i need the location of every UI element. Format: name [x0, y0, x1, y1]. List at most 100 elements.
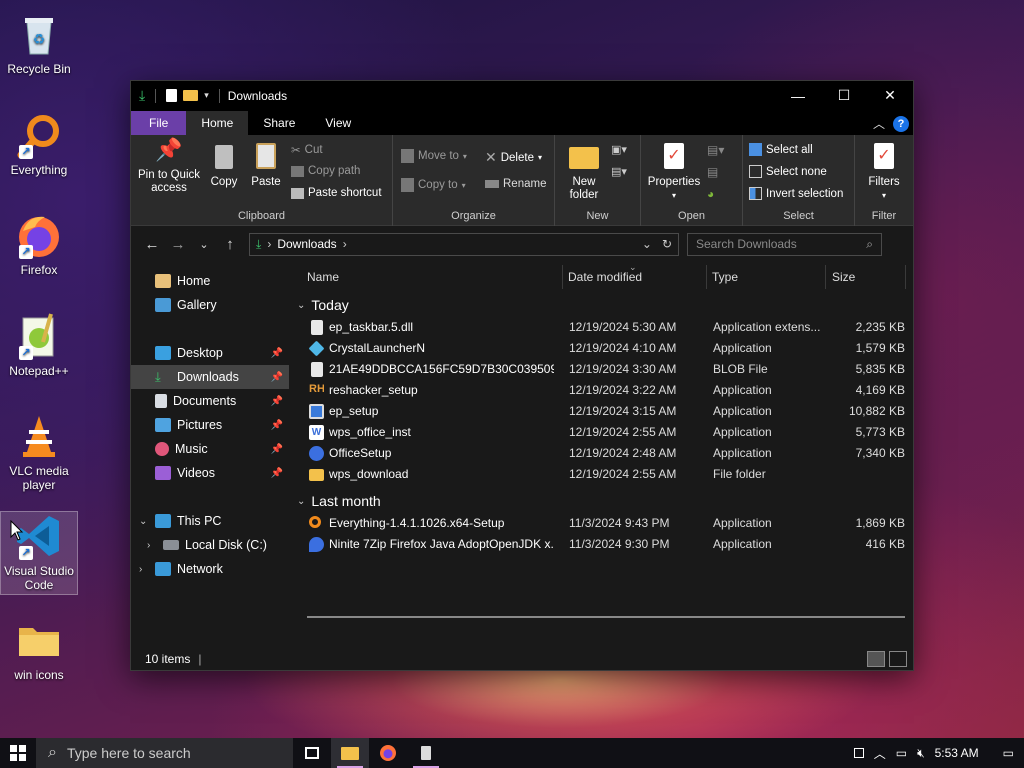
rename-button[interactable]: Rename [485, 178, 546, 190]
up-button[interactable]: ↑ [217, 236, 243, 253]
select-none-button[interactable]: Select none [749, 165, 827, 178]
customize-qa-icon[interactable]: ▾ [204, 90, 209, 101]
delete-button[interactable]: ✕ Delete ▾ [485, 149, 542, 166]
chevron-down-icon[interactable]: ⌄ [139, 516, 147, 527]
forward-button[interactable]: → [165, 236, 191, 253]
file-row[interactable]: RH reshacker_setup 12/19/2024 3:22 AM Ap… [289, 380, 913, 401]
tab-home[interactable]: Home [186, 111, 249, 135]
chevron-right-icon[interactable]: › [147, 540, 150, 551]
notifications-icon[interactable]: ▭ [1003, 746, 1014, 760]
close-button[interactable]: ✕ [867, 81, 913, 110]
chevron-right-icon[interactable]: › [139, 564, 142, 575]
group-header-today[interactable]: ⌄ Today [289, 293, 913, 317]
show-hidden-icons-icon[interactable]: ︿ [874, 745, 886, 762]
new-folder-qa-icon[interactable] [183, 90, 199, 101]
desktop-icon-notepadpp[interactable]: ↗ Notepad++ [0, 308, 78, 378]
new-item-icon[interactable]: ▣▾ [611, 143, 631, 159]
file-row[interactable]: OfficeSetup 12/19/2024 2:48 AM Applicati… [289, 443, 913, 464]
open-icon[interactable]: ▤▾ [707, 143, 724, 157]
maximize-button[interactable]: ☐ [821, 81, 867, 110]
minimize-button[interactable]: — [775, 81, 821, 110]
copy-path-button[interactable]: Copy path [291, 165, 360, 177]
refresh-icon[interactable]: ↻ [662, 237, 672, 251]
taskbar-file-explorer[interactable] [331, 738, 369, 768]
select-all-button[interactable]: Select all [749, 143, 813, 156]
address-dropdown-icon[interactable]: ⌄ [642, 237, 652, 251]
help-icon[interactable]: ? [893, 115, 909, 132]
nav-item-videos[interactable]: Videos 📌 [131, 461, 289, 485]
volume-muted-icon[interactable]: 🔇︎ [917, 746, 925, 761]
back-button[interactable]: ← [139, 236, 165, 253]
tab-view[interactable]: View [310, 111, 366, 135]
pin-quick-access-button[interactable]: 📌 Pin to Quick access [137, 139, 201, 195]
nav-item-desktop[interactable]: Desktop 📌 [131, 341, 289, 365]
tab-file[interactable]: File [131, 111, 187, 135]
move-to-icon [401, 149, 414, 163]
file-row[interactable]: Everything-1.4.1.1026.x64-Setup 11/3/202… [289, 513, 913, 534]
file-row[interactable]: ep_taskbar.5.dll 12/19/2024 5:30 AM Appl… [289, 317, 913, 338]
network-status-icon[interactable]: ▭ [896, 746, 907, 760]
properties-qa-icon[interactable] [166, 89, 178, 102]
file-row[interactable]: CrystalLauncherN 12/19/2024 4:10 AM Appl… [289, 338, 913, 359]
paste-button[interactable]: Paste [247, 143, 285, 189]
desktop-icon-label: Visual Studio Code [4, 564, 74, 592]
nav-item-local-disk[interactable]: › Local Disk (C:) [131, 533, 289, 557]
taskbar-app[interactable] [407, 738, 445, 768]
large-icons-view-icon[interactable] [889, 651, 907, 667]
desktop-icon-recycle-bin[interactable]: ♻ Recycle Bin [0, 6, 78, 76]
copy-button[interactable]: Copy [205, 143, 243, 189]
pin-icon: 📌 [270, 443, 283, 455]
nav-item-downloads[interactable]: ⤓ Downloads 📌 [131, 365, 289, 389]
column-type[interactable]: Type [712, 270, 738, 284]
horizontal-scrollbar[interactable] [307, 616, 905, 618]
column-size[interactable]: Size [832, 270, 855, 284]
start-button[interactable] [0, 738, 36, 768]
clock[interactable]: 5:53 AM [935, 746, 979, 760]
details-view-icon[interactable] [867, 651, 885, 667]
nav-item-this-pc[interactable]: ⌄ This PC [131, 509, 289, 533]
move-to-button[interactable]: Move to ▾ [401, 149, 467, 163]
tray-app-icon[interactable] [853, 748, 864, 758]
tab-share[interactable]: Share [248, 111, 310, 135]
recent-locations-button[interactable]: ⌄ [191, 238, 217, 251]
desktop-icon-label: Firefox [20, 263, 58, 277]
collapse-ribbon-icon[interactable]: ︿ [873, 115, 885, 132]
address-box[interactable]: ⤓ › Downloads › ⌄ ↻ [249, 232, 679, 256]
filters-button[interactable]: ✓ Filters ▾ [861, 143, 907, 202]
file-row[interactable]: wps_download 12/19/2024 2:55 AM File fol… [289, 464, 913, 485]
desktop-icon-firefox[interactable]: ↗ Firefox [0, 207, 78, 277]
history-icon[interactable]: ◕ [707, 187, 714, 201]
nav-item-documents[interactable]: Documents 📌 [131, 389, 289, 413]
task-view-button[interactable] [293, 738, 331, 768]
file-row[interactable]: ep_setup 12/19/2024 3:15 AM Application … [289, 401, 913, 422]
new-folder-button[interactable]: New folder [563, 143, 605, 202]
invert-selection-button[interactable]: Invert selection [749, 187, 843, 200]
nav-item-gallery[interactable]: Gallery [131, 293, 289, 317]
properties-button[interactable]: ✓ Properties ▾ [645, 143, 703, 202]
desktop-icon-win-icons[interactable]: win icons [0, 612, 78, 682]
column-name[interactable]: Name [307, 270, 339, 284]
desktop-icon-everything[interactable]: ↗ Everything [0, 107, 78, 177]
cut-button[interactable]: ✂ Cut [291, 143, 323, 157]
easy-access-icon[interactable]: ▤▾ [611, 165, 631, 181]
this-pc-icon [155, 514, 171, 528]
taskbar-firefox[interactable] [369, 738, 407, 768]
nav-item-music[interactable]: Music 📌 [131, 437, 289, 461]
nav-item-network[interactable]: › Network [131, 557, 289, 581]
taskbar-search-box[interactable]: ⌕ Type here to search [36, 738, 293, 768]
copy-to-button[interactable]: Copy to ▾ [401, 178, 466, 192]
nav-item-pictures[interactable]: Pictures 📌 [131, 413, 289, 437]
file-row[interactable]: 21AE49DDBCCA156FC59D7B30C039509C... 12/1… [289, 359, 913, 380]
group-header-last-month[interactable]: ⌄ Last month [289, 489, 913, 513]
breadcrumb-chevron-icon[interactable]: › [343, 237, 347, 251]
search-input[interactable]: Search Downloads ⌕ [687, 232, 882, 256]
group-label: New [586, 210, 609, 222]
paste-shortcut-button[interactable]: Paste shortcut [291, 187, 382, 199]
edit-icon[interactable]: ▤ [707, 165, 718, 179]
breadcrumb-downloads[interactable]: Downloads [277, 237, 336, 251]
network-icon [155, 562, 171, 576]
nav-item-home[interactable]: Home [131, 269, 289, 293]
file-row[interactable]: W wps_office_inst 12/19/2024 2:55 AM App… [289, 422, 913, 443]
file-row[interactable]: Ninite 7Zip Firefox Java AdoptOpenJDK x.… [289, 534, 913, 555]
desktop-icon-vlc[interactable]: VLC media player [0, 408, 78, 492]
